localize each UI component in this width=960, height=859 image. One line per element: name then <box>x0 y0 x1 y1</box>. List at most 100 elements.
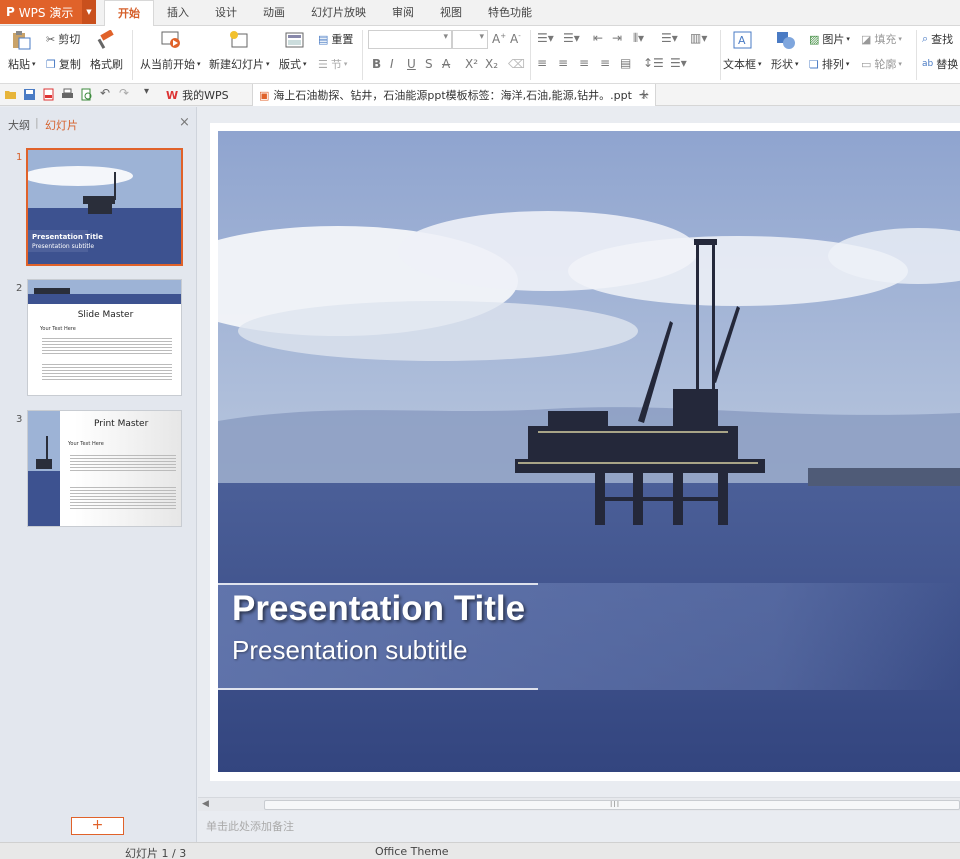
reset-button[interactable]: ▤ 重置 <box>318 31 353 47</box>
tab-insert[interactable]: 插入 <box>154 0 202 26</box>
font-name-select[interactable] <box>368 30 452 49</box>
print-preview-icon[interactable] <box>80 88 93 101</box>
tab-my-wps[interactable]: W 我的WPS <box>160 84 235 106</box>
new-tab-button[interactable]: + <box>632 84 656 106</box>
replace-button[interactable]: ab 替换 <box>922 56 958 72</box>
tab-view[interactable]: 视图 <box>427 0 475 26</box>
thumbnail-2-banner <box>28 280 181 304</box>
shadow-icon[interactable]: S <box>425 57 433 71</box>
slide-canvas[interactable]: Presentation Title Presentation subtitle <box>210 123 960 781</box>
notes-pane[interactable]: 单击此处添加备注 <box>198 812 960 842</box>
paste-button[interactable]: 粘贴 ▾ <box>8 56 36 72</box>
align-left-icon[interactable]: ≡ <box>537 56 547 70</box>
slide-thumbnail-3[interactable]: Print Master Your Text Here <box>27 410 182 527</box>
save-icon[interactable] <box>23 88 36 101</box>
copy-label: 复制 <box>58 58 81 71</box>
new-slide-icon[interactable] <box>229 30 251 50</box>
font-size-select[interactable] <box>452 30 488 49</box>
tab-review[interactable]: 审阅 <box>379 0 427 26</box>
tab-animation[interactable]: 动画 <box>250 0 298 26</box>
superscript-icon[interactable]: X² <box>465 57 478 71</box>
picture-label: 图片 <box>822 33 845 46</box>
outline-button[interactable]: ▭ 轮廓 ▾ <box>861 56 902 72</box>
scrollbar-thumb[interactable]: III <box>264 800 960 810</box>
tab-slides[interactable]: 幻灯片 <box>45 117 78 133</box>
svg-text:A: A <box>738 34 746 47</box>
tab-slideshow[interactable]: 幻灯片放映 <box>298 0 379 26</box>
app-menu-button[interactable]: P WPS 演示 ▼ <box>0 0 96 24</box>
slide-subtitle[interactable]: Presentation subtitle <box>232 635 468 666</box>
shrink-font-icon[interactable]: A- <box>510 32 521 46</box>
cut-button[interactable]: ✂ 剪切 <box>46 31 80 47</box>
thumbnail-1-subtitle: Presentation subtitle <box>32 243 95 250</box>
align-text-icon[interactable]: ☰▾ <box>661 31 678 45</box>
slide-number: 2 <box>16 283 23 294</box>
close-panel-icon[interactable]: × <box>179 115 190 130</box>
format-painter-button[interactable]: 格式刷 <box>90 56 123 72</box>
layout-icon[interactable] <box>284 30 306 50</box>
app-menu-dropdown-icon[interactable]: ▼ <box>82 0 96 24</box>
italic-icon[interactable]: I <box>390 57 394 71</box>
slide-number: 1 <box>16 152 23 163</box>
outline-icon: ▭ <box>861 57 872 71</box>
textbox-icon[interactable]: A <box>732 30 754 50</box>
paste-icon[interactable] <box>10 30 32 50</box>
print-icon[interactable] <box>61 88 74 101</box>
horizontal-scrollbar[interactable]: ◀ III <box>198 797 960 811</box>
new-slide-button[interactable]: 新建幻灯片 ▾ <box>209 56 270 72</box>
grow-font-icon[interactable]: A+ <box>492 32 506 46</box>
tab-special[interactable]: 特色功能 <box>475 0 545 26</box>
bullets-icon[interactable]: ☰▾ <box>537 31 554 45</box>
underline-icon[interactable]: U <box>407 57 416 71</box>
slide-thumbnail-2[interactable]: Slide Master Your Text Here <box>27 279 182 396</box>
shape-icon[interactable] <box>775 30 797 50</box>
search-icon: ⌕ <box>922 32 929 45</box>
subscript-icon[interactable]: X₂ <box>485 57 498 71</box>
line-spacing-icon[interactable]: ↕☰ <box>643 56 664 70</box>
bold-icon[interactable]: B <box>372 57 381 71</box>
thumbnail-2-title: Slide Master <box>77 310 134 320</box>
export-pdf-icon[interactable] <box>42 88 55 101</box>
tab-outline[interactable]: 大纲 <box>8 117 30 133</box>
scroll-left-icon[interactable]: ◀ <box>202 799 209 809</box>
distribute-icon[interactable]: ▤ <box>620 56 631 70</box>
customize-toolbar-icon[interactable]: ▾ <box>144 86 157 99</box>
slide-thumbnail-1[interactable]: Presentation Title Presentation subtitle <box>26 148 183 266</box>
tab-design[interactable]: 设计 <box>202 0 250 26</box>
justify-icon[interactable]: ≡ <box>600 56 610 70</box>
arrange-button[interactable]: ❏ 排列 ▾ <box>809 56 849 72</box>
font-color-icon[interactable]: A <box>442 57 450 71</box>
layout-button[interactable]: 版式 ▾ <box>279 56 307 72</box>
fill-button[interactable]: ◪ 填充 ▾ <box>861 31 902 47</box>
columns-icon[interactable]: ▥▾ <box>690 31 707 45</box>
section-button[interactable]: ☰ 节 ▾ <box>318 56 347 72</box>
align-right-icon[interactable]: ≡ <box>579 56 589 70</box>
thumbnail-3-text-lines <box>70 485 176 509</box>
format-painter-label: 格式刷 <box>90 58 123 71</box>
format-painter-icon[interactable] <box>95 30 117 50</box>
text-direction-icon[interactable]: ⫴▾ <box>633 31 644 46</box>
fill-label: 填充 <box>874 33 897 46</box>
add-slide-button[interactable]: + <box>71 817 124 835</box>
increase-indent-icon[interactable]: ⇥ <box>612 31 622 45</box>
picture-button[interactable]: ▨ 图片 ▾ <box>809 31 850 47</box>
align-center-icon[interactable]: ≡ <box>558 56 568 70</box>
from-current-button[interactable]: 从当前开始 ▾ <box>140 56 201 72</box>
copy-button[interactable]: ❐ 复制 <box>46 56 81 72</box>
open-folder-icon[interactable] <box>4 88 17 101</box>
top-menu-bar: P WPS 演示 ▼ 开始 插入 设计 动画 幻灯片放映 审阅 视图 特色功能 <box>0 0 960 27</box>
tab-current-document[interactable]: ▣ 海上石油勘探、钻井，石油能源ppt模板标签：海洋,石油,能源,钻井。.ppt… <box>252 84 657 106</box>
tab-home[interactable]: 开始 <box>104 0 154 27</box>
clear-format-icon[interactable]: ⌫ <box>508 57 525 71</box>
slide-title[interactable]: Presentation Title <box>232 589 525 629</box>
textbox-button[interactable]: 文本框 ▾ <box>723 56 762 72</box>
decrease-indent-icon[interactable]: ⇤ <box>593 31 603 45</box>
undo-icon[interactable]: ↶ <box>100 86 113 100</box>
numbering-icon[interactable]: ☰▾ <box>563 31 580 45</box>
notes-placeholder: 单击此处添加备注 <box>206 820 294 833</box>
paragraph-icon[interactable]: ☰▾ <box>670 56 687 70</box>
shape-button[interactable]: 形状 ▾ <box>771 56 799 72</box>
play-from-current-icon[interactable] <box>160 30 182 50</box>
redo-icon[interactable]: ↷ <box>119 86 132 100</box>
find-button[interactable]: ⌕ 查找 <box>922 31 953 47</box>
